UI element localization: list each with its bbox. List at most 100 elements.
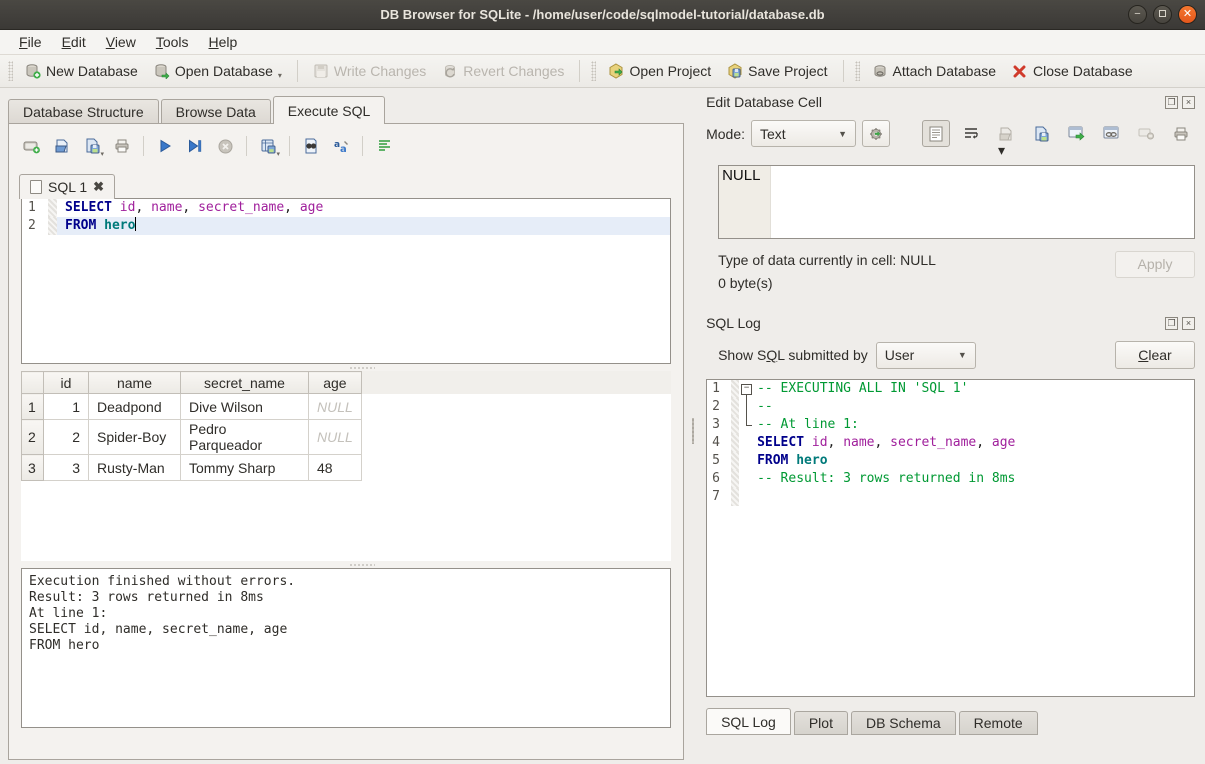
menu-file[interactable]: File xyxy=(10,32,51,52)
set-null-button xyxy=(1132,120,1160,147)
close-sql-tab-icon[interactable]: ✖ xyxy=(93,179,104,195)
auto-switch-mode-button[interactable] xyxy=(862,120,890,147)
write-changes-label: Write Changes xyxy=(334,63,426,79)
log-code-line: -- EXECUTING ALL IN 'SQL 1' xyxy=(755,380,1194,398)
clear-log-button[interactable]: Clear xyxy=(1115,341,1195,369)
save-sql-dropdown-arrow[interactable]: ▾ xyxy=(100,150,104,158)
sql-log-view[interactable]: 1-- EXECUTING ALL IN 'SQL 1' 2-- 3-- At … xyxy=(706,379,1195,697)
format-sql-button[interactable]: aa xyxy=(328,134,354,158)
cell-name[interactable]: Spider-Boy xyxy=(89,420,181,455)
submitted-by-select[interactable]: User ▼ xyxy=(876,342,976,369)
sql-file-tab[interactable]: SQL 1 ✖ xyxy=(19,174,115,199)
sql-editor[interactable]: 1 SELECT id, name, secret_name, age 2 FR… xyxy=(21,198,671,364)
table-row[interactable]: 2 2 Spider-Boy Pedro Parqueador NULL xyxy=(22,420,362,455)
close-database-button[interactable]: Close Database xyxy=(1004,59,1141,83)
toggle-comment-button[interactable] xyxy=(371,134,397,158)
close-dock-icon[interactable]: × xyxy=(1182,317,1195,330)
sql-log-dock-header: SQL Log ❐ × xyxy=(696,309,1205,335)
cell-secret-name[interactable]: Pedro Parqueador xyxy=(181,420,309,455)
text-mode-button[interactable] xyxy=(922,120,950,147)
copy-link-button[interactable] xyxy=(1097,120,1125,147)
print-icon xyxy=(1173,126,1189,142)
open-in-external-app-button[interactable] xyxy=(1062,120,1090,147)
export-cell-data-button[interactable] xyxy=(1027,120,1055,147)
cell-age[interactable]: NULL xyxy=(309,420,362,455)
menu-view[interactable]: View xyxy=(97,32,145,52)
menu-tools[interactable]: Tools xyxy=(147,32,198,52)
cell-age[interactable]: 48 xyxy=(309,455,362,481)
corner-header[interactable] xyxy=(22,372,44,394)
close-button[interactable]: ✕ xyxy=(1178,5,1197,24)
menu-edit[interactable]: Edit xyxy=(53,32,95,52)
cell-secret-name[interactable]: Tommy Sharp xyxy=(181,455,309,481)
maximize-button[interactable] xyxy=(1153,5,1172,24)
execute-all-button[interactable] xyxy=(152,134,178,158)
column-header-name[interactable]: name xyxy=(89,372,181,394)
find-replace-button[interactable] xyxy=(298,134,324,158)
print-cell-button[interactable] xyxy=(1167,120,1195,147)
tab-db-schema[interactable]: DB Schema xyxy=(851,711,956,735)
open-new-tab-button[interactable] xyxy=(19,134,45,158)
fold-marker[interactable] xyxy=(739,380,755,398)
cell-secret-name[interactable]: Dive Wilson xyxy=(181,394,309,420)
print-sql-button[interactable] xyxy=(109,134,135,158)
sql-tab-label: SQL 1 xyxy=(48,179,87,195)
open-project-button[interactable]: Open Project xyxy=(600,59,719,83)
column-header-age[interactable]: age xyxy=(309,372,362,394)
mode-select[interactable]: Text ▼ xyxy=(751,120,856,147)
edit-cell-title: Edit Database Cell xyxy=(706,94,1165,110)
word-wrap-button[interactable] xyxy=(957,120,985,147)
row-header[interactable]: 1 xyxy=(22,394,44,420)
save-results-button[interactable]: ▾ xyxy=(255,134,281,158)
float-dock-icon[interactable]: ❐ xyxy=(1165,96,1178,109)
tab-remote[interactable]: Remote xyxy=(959,711,1038,735)
attach-database-button[interactable]: Attach Database xyxy=(864,59,1005,83)
cell-id[interactable]: 1 xyxy=(44,394,89,420)
editor-results-splitter[interactable] xyxy=(9,364,683,371)
row-header[interactable]: 3 xyxy=(22,455,44,481)
cell-id[interactable]: 3 xyxy=(44,455,89,481)
cell-age[interactable]: NULL xyxy=(309,394,362,420)
toolbar-drag-handle-2[interactable] xyxy=(591,61,596,81)
sql-log-controls: Show SQL submitted by User ▼ Clear xyxy=(696,335,1205,375)
cell-name[interactable]: Deadpond xyxy=(89,394,181,420)
execute-current-line-button[interactable] xyxy=(182,134,208,158)
minimize-button[interactable]: − xyxy=(1128,5,1147,24)
save-sql-file-button[interactable]: ▾ xyxy=(79,134,105,158)
save-project-button[interactable]: Save Project xyxy=(719,59,835,83)
save-results-dropdown-arrow[interactable]: ▾ xyxy=(276,150,280,158)
row-header[interactable]: 2 xyxy=(22,420,44,455)
column-header-secret-name[interactable]: secret_name xyxy=(181,372,309,394)
tab-browse-data[interactable]: Browse Data xyxy=(161,99,271,124)
open-sql-file-button[interactable] xyxy=(49,134,75,158)
column-header-id[interactable]: id xyxy=(44,372,89,394)
log-line-number: 4 xyxy=(707,434,731,452)
execution-message: Execution finished without errors. Resul… xyxy=(21,568,671,728)
stop-icon xyxy=(218,139,233,154)
float-dock-icon[interactable]: ❐ xyxy=(1165,317,1178,330)
cell-id[interactable]: 2 xyxy=(44,420,89,455)
tab-database-structure[interactable]: Database Structure xyxy=(8,99,159,124)
results-message-splitter[interactable] xyxy=(9,561,683,568)
table-row[interactable]: 1 1 Deadpond Dive Wilson NULL xyxy=(22,394,362,420)
cell-editor-area[interactable]: NULL xyxy=(718,165,1195,239)
log-line-number: 6 xyxy=(707,470,731,488)
cell-name[interactable]: Rusty-Man xyxy=(89,455,181,481)
table-row[interactable]: 3 3 Rusty-Man Tommy Sharp 48 xyxy=(22,455,362,481)
save-results-icon xyxy=(260,138,276,154)
tab-execute-sql[interactable]: Execute SQL xyxy=(273,96,386,124)
attach-database-icon xyxy=(872,63,888,79)
open-database-dropdown-arrow[interactable]: ▾ xyxy=(278,71,282,80)
toolbar-drag-handle[interactable] xyxy=(8,61,13,81)
tab-sql-log[interactable]: SQL Log xyxy=(706,708,791,735)
word-wrap-icon xyxy=(963,127,979,141)
new-database-button[interactable]: New Database xyxy=(17,59,146,83)
cell-info: Type of data currently in cell: NULL 0 b… xyxy=(696,239,1205,295)
menu-help[interactable]: Help xyxy=(200,32,247,52)
tab-plot[interactable]: Plot xyxy=(794,711,848,735)
open-database-button[interactable]: Open Database ▾ xyxy=(146,59,290,83)
new-database-icon xyxy=(25,63,41,79)
close-dock-icon[interactable]: × xyxy=(1182,96,1195,109)
toolbar-drag-handle-3[interactable] xyxy=(855,61,860,81)
open-project-label: Open Project xyxy=(629,63,711,79)
